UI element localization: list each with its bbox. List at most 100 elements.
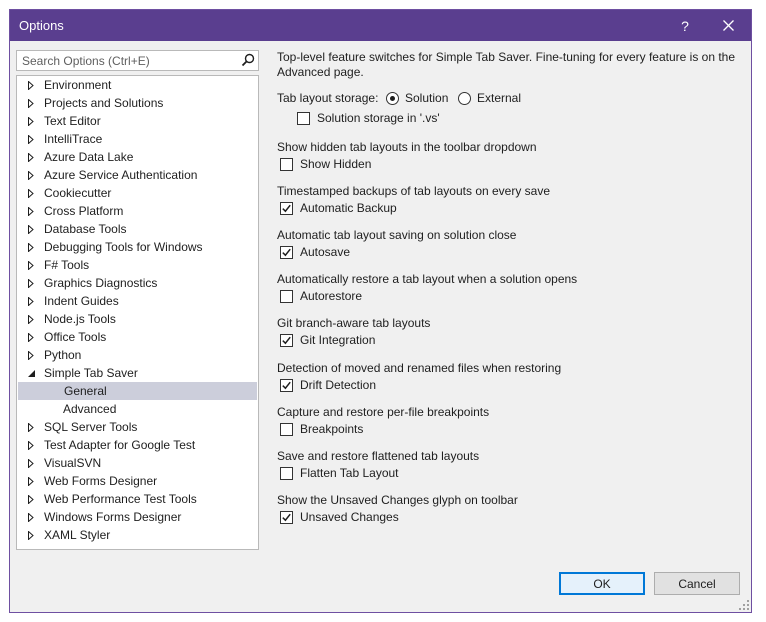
- tree-item[interactable]: VisualSVN: [17, 454, 258, 472]
- tree-item[interactable]: Web Performance Test Tools: [17, 490, 258, 508]
- title-bar[interactable]: Options ?: [10, 10, 751, 41]
- tree-item[interactable]: Debugging Tools for Windows: [17, 238, 258, 256]
- tree-item[interactable]: Python: [17, 346, 258, 364]
- storage-solution-radio[interactable]: Solution: [386, 90, 448, 106]
- expand-toggle[interactable]: [25, 418, 37, 436]
- expand-toggle[interactable]: [25, 328, 37, 346]
- expand-toggle[interactable]: [25, 220, 37, 238]
- expand-toggle[interactable]: [25, 346, 37, 364]
- option-checkbox[interactable]: Show Hidden: [280, 156, 371, 172]
- option-description: Git branch-aware tab layouts: [277, 316, 431, 330]
- tree-item[interactable]: IntelliTrace: [17, 130, 258, 148]
- expand-toggle[interactable]: [25, 184, 37, 202]
- option-checkbox[interactable]: Flatten Tab Layout: [280, 465, 399, 481]
- tree-item[interactable]: XAML Styler: [17, 526, 258, 544]
- solution-storage-checkbox[interactable]: Solution storage in '.vs': [297, 110, 440, 126]
- expand-toggle[interactable]: [25, 238, 37, 256]
- tree-item-label: Database Tools: [44, 222, 127, 236]
- expand-toggle[interactable]: [25, 454, 37, 472]
- expand-toggle[interactable]: [25, 526, 37, 544]
- tree-item-label: Cookiecutter: [44, 186, 112, 200]
- tree-item[interactable]: Advanced: [17, 400, 258, 418]
- option-description: Timestamped backups of tab layouts on ev…: [277, 184, 551, 198]
- collapse-toggle[interactable]: [25, 364, 37, 382]
- option-description: Show hidden tab layouts in the toolbar d…: [277, 140, 537, 154]
- expand-arrow-icon: [28, 332, 34, 342]
- expand-toggle[interactable]: [25, 130, 37, 148]
- search-input[interactable]: [17, 51, 240, 70]
- tree-item[interactable]: Azure Service Authentication: [17, 166, 258, 184]
- expand-arrow-icon: [28, 152, 34, 162]
- tree-item[interactable]: F# Tools: [17, 256, 258, 274]
- tree-item[interactable]: Windows Forms Designer: [17, 508, 258, 526]
- help-button[interactable]: ?: [665, 10, 705, 41]
- expand-toggle[interactable]: [25, 292, 37, 310]
- search-icon[interactable]: [241, 53, 255, 67]
- expand-arrow-icon: [28, 170, 34, 180]
- tree-item[interactable]: Azure Data Lake: [17, 148, 258, 166]
- option-checkbox[interactable]: Autorestore: [280, 288, 362, 304]
- expand-arrow-icon: [28, 206, 34, 216]
- tree-item-label: Azure Service Authentication: [44, 168, 198, 182]
- tree-item-label: Office Tools: [44, 330, 107, 344]
- tree-item-label: Indent Guides: [44, 294, 119, 308]
- expand-toggle[interactable]: [25, 148, 37, 166]
- expand-toggle[interactable]: [25, 508, 37, 526]
- expand-toggle[interactable]: [25, 256, 37, 274]
- tree-item[interactable]: Office Tools: [17, 328, 258, 346]
- option-checkbox[interactable]: Git Integration: [280, 332, 375, 348]
- ok-button[interactable]: OK: [559, 572, 645, 595]
- tree-item[interactable]: General: [18, 382, 257, 400]
- expand-arrow-icon: [28, 98, 34, 108]
- expand-arrow-icon: [28, 260, 34, 270]
- expand-toggle[interactable]: [25, 310, 37, 328]
- expand-toggle[interactable]: [25, 436, 37, 454]
- tree-item[interactable]: Web Forms Designer: [17, 472, 258, 490]
- tree-item[interactable]: Database Tools: [17, 220, 258, 238]
- expand-toggle[interactable]: [25, 490, 37, 508]
- tree-item[interactable]: Cookiecutter: [17, 184, 258, 202]
- resize-grip-icon[interactable]: [739, 600, 749, 610]
- expand-arrow-icon: [28, 476, 34, 486]
- option-checkbox[interactable]: Automatic Backup: [280, 200, 397, 216]
- tree-item[interactable]: Indent Guides: [17, 292, 258, 310]
- tree-item[interactable]: Simple Tab Saver: [17, 364, 258, 382]
- checkbox-label: Automatic Backup: [300, 201, 397, 215]
- option-checkbox[interactable]: Drift Detection: [280, 377, 376, 393]
- expand-toggle[interactable]: [25, 76, 37, 94]
- expand-arrow-icon: [28, 242, 34, 252]
- storage-external-radio[interactable]: External: [458, 90, 521, 106]
- radio-indicator: [386, 91, 399, 105]
- expand-arrow-icon: [28, 458, 34, 468]
- option-checkbox[interactable]: Breakpoints: [280, 421, 363, 437]
- tree-item[interactable]: Environment: [17, 76, 258, 94]
- radio-label: External: [477, 91, 522, 105]
- tree-item[interactable]: Graphics Diagnostics: [17, 274, 258, 292]
- tree-item[interactable]: Text Editor: [17, 112, 258, 130]
- tree-item[interactable]: Test Adapter for Google Test: [17, 436, 258, 454]
- close-button[interactable]: [708, 10, 748, 41]
- option-description: Show the Unsaved Changes glyph on toolba…: [277, 493, 518, 507]
- expand-arrow-icon: [28, 278, 34, 288]
- expand-toggle[interactable]: [25, 202, 37, 220]
- tree-item[interactable]: SQL Server Tools: [17, 418, 258, 436]
- cancel-button[interactable]: Cancel: [654, 572, 740, 595]
- checkbox-label: Git Integration: [300, 333, 376, 347]
- expand-arrow-icon: [28, 188, 34, 198]
- expand-toggle[interactable]: [25, 274, 37, 292]
- tree-item[interactable]: Projects and Solutions: [17, 94, 258, 112]
- tree-item[interactable]: Cross Platform: [17, 202, 258, 220]
- tree-item[interactable]: Node.js Tools: [17, 310, 258, 328]
- option-checkbox[interactable]: Autosave: [280, 244, 350, 260]
- expand-toggle[interactable]: [25, 166, 37, 184]
- options-tree[interactable]: Environment Projects and Solutions Text Ed…: [16, 75, 259, 550]
- expand-toggle[interactable]: [25, 472, 37, 490]
- expand-toggle[interactable]: [25, 112, 37, 130]
- option-checkbox[interactable]: Unsaved Changes: [280, 509, 399, 525]
- checkbox-label: Autosave: [300, 245, 351, 259]
- expand-arrow-icon: [28, 530, 34, 540]
- checkbox-box: [280, 245, 293, 259]
- expand-arrow-icon: [28, 512, 34, 522]
- checkbox-box: [280, 422, 293, 436]
- expand-toggle[interactable]: [25, 94, 37, 112]
